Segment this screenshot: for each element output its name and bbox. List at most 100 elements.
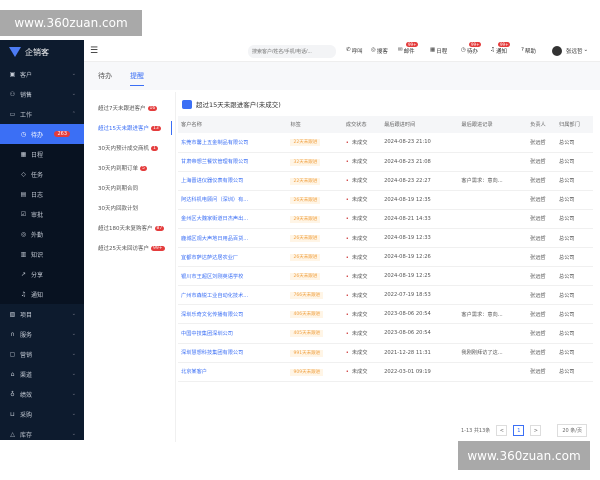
customer-icon: ▣ <box>9 70 16 78</box>
sidebar-item[interactable]: ⌂ 渠道 ⌄ <box>0 364 84 384</box>
reminder-item[interactable]: 超过180天未复购客户 87 <box>88 218 172 238</box>
warehouse-icon: △ <box>10 430 15 438</box>
column-header[interactable]: 最后跟进记录 <box>458 116 528 133</box>
header-mail-button[interactable]: ✉ 邮件 99+ <box>398 42 419 55</box>
table-row[interactable]: 宜都市萨达萨达居农业厂 26天未跟进 • 未成交 2024-08-19 12:26 张远哲… <box>178 247 593 268</box>
sidebar-item[interactable]: ▥ 知识 <box>0 244 84 264</box>
sidebar-item[interactable]: △ 库存 ⌄ <box>0 424 84 444</box>
avatar[interactable] <box>552 46 562 56</box>
status-text: 未成交 <box>351 311 368 318</box>
table-cell[interactable]: 中国中技集团深圳公司 <box>178 323 288 344</box>
sidebar-item[interactable]: ♫ 通知 <box>0 284 84 304</box>
sidebar-item[interactable]: ◷ 待办 263 <box>0 124 84 144</box>
reminder-item[interactable]: 30天内到期订单 5 <box>88 158 172 178</box>
tab-todo[interactable]: 待办 <box>98 71 112 81</box>
tab-reminder[interactable]: 提醒 <box>130 71 144 86</box>
table-row[interactable]: 中国中技集团深圳公司 405天未跟进 • 未成交 2023-08-06 20:54 张远哲… <box>178 323 593 344</box>
table-row[interactable]: 鹿城区观大声地日用品百货... 26天未跟进 • 未成交 2024-08-19 12:3… <box>178 228 593 249</box>
table-cell[interactable]: 金州区大魏家街道日杰声出... <box>178 209 288 229</box>
table-cell[interactable]: 甘肃帝想兰餐饮管理有限公司 <box>178 152 288 172</box>
table-row[interactable]: 阿达科机电顾问（深圳）有... 26天未跟进 • 未成交 2024-08-19 12:3… <box>178 190 593 210</box>
table-row[interactable]: 银川市王超区刘刚英语学校 26天未跟进 • 未成交 2024-08-19 12:25 张远… <box>178 266 593 287</box>
sidebar-item[interactable]: ⚇ 销售 ⌄ <box>0 84 84 104</box>
sidebar-item[interactable]: ◇ 任务 <box>0 164 84 184</box>
sidebar-item[interactable]: ▭ 工作 ⌃ <box>0 104 84 124</box>
table-cell[interactable]: 东莞市馨上五金制品有限公司 <box>178 133 288 153</box>
sidebar-item-label: 渠道 <box>20 371 33 379</box>
table-row[interactable]: 东莞市馨上五金制品有限公司 22天未跟进 • 未成交 2024-08-23 21:10 张… <box>178 133 593 153</box>
table-cell: 总公司 <box>556 323 593 344</box>
status-dot-icon: • <box>345 330 349 337</box>
sidebar-item[interactable]: ∩ 服务 ⌄ <box>0 324 84 344</box>
sidebar-item[interactable]: ▤ 日志 <box>0 184 84 204</box>
table-row[interactable]: 北京某客户 909天未跟进 • 未成交 2022-03-01 09:19 张远哲 总公司 <box>178 362 593 382</box>
sidebar-item[interactable]: ▦ 日程 <box>0 144 84 164</box>
reminder-item[interactable]: 超过15天未跟进客户 13 <box>88 118 172 138</box>
sidebar-item[interactable]: ▧ 项目 ⌄ <box>0 304 84 324</box>
menu-toggle-icon[interactable]: ☰ <box>90 46 98 56</box>
column-header[interactable]: 成交状态 <box>342 116 382 133</box>
table-row[interactable]: 广州市森锐工业自动化技术... 766天未跟进 • 未成交 2022-07-19 18:… <box>178 285 593 306</box>
table-cell: 总公司 <box>556 266 593 287</box>
page-size-select[interactable]: 20 条/页 <box>557 424 587 437</box>
chevron-icon: ⌄ <box>71 391 76 397</box>
column-header[interactable]: 负责人 <box>527 116 557 133</box>
status-dot-icon: • <box>345 369 349 376</box>
next-page-button[interactable]: > <box>530 425 542 436</box>
reminder-item[interactable]: 30天内预计成交商机 1 <box>88 138 172 158</box>
table-cell[interactable]: 阿达科机电顾问（深圳）有... <box>178 190 288 210</box>
count-badge: 263 <box>54 131 70 137</box>
table-cell[interactable]: 银川市王超区刘刚英语学校 <box>178 266 288 287</box>
table-row[interactable]: 上海晋进仪器仪表有限公司 22天未跟进 • 未成交 2024-08-23 22:27 客户… <box>178 171 593 191</box>
header-phone-button[interactable]: ✆ 呼叫 <box>346 47 363 55</box>
table-cell[interactable]: 上海晋进仪器仪表有限公司 <box>178 171 288 191</box>
count-badge: 99+ <box>406 42 419 47</box>
page-button[interactable]: 1 <box>513 425 525 436</box>
sidebar-item[interactable]: ☑ 审批 <box>0 204 84 224</box>
header-search-customer-button[interactable]: ◎ 搜客 <box>371 47 388 55</box>
sidebar-item[interactable]: ↗ 分享 <box>0 264 84 284</box>
table-cell[interactable]: 宜都市萨达萨达居农业厂 <box>178 247 288 268</box>
header-bell-button[interactable]: ♫ 通知 99+ <box>490 42 511 55</box>
table-cell[interactable]: 深圳慧想科技集团有限公司 <box>178 343 288 363</box>
table-row[interactable]: 深圳乐奇文化传播有限公司 406天未跟进 • 未成交 2023-08-06 20:54 客… <box>178 304 593 325</box>
table-cell: 405天未跟进 <box>287 323 343 344</box>
mail-icon: ✉ <box>398 47 403 53</box>
column-header[interactable]: 最后跟进时间 <box>381 116 459 133</box>
count-badge: 99+ <box>498 42 511 47</box>
table-row[interactable]: 深圳慧想科技集团有限公司 991天未跟进 • 未成交 2021-12-28 11:31 我… <box>178 343 593 363</box>
sidebar-item[interactable]: ⊔ 采购 ⌄ <box>0 404 84 424</box>
column-header[interactable]: 归属部门 <box>556 116 593 133</box>
column-header[interactable]: 客户名称 <box>178 116 288 133</box>
reminder-item[interactable]: 超过7天未跟进客户 16 <box>88 98 172 118</box>
reminder-item[interactable]: 30天内回款计划 <box>88 198 172 218</box>
sidebar: 企销客 ▣ 客户 ⌄ ⚇ 销售 ⌄ ▭ 工作 ⌃ ◷ 待办 263 ▦ 日程 ◇ 任务 ▤ 日志 ☑ 审批 ◎ 外勤 ▥ 知识… <box>0 40 84 440</box>
table-cell[interactable]: 深圳乐奇文化传播有限公司 <box>178 304 288 325</box>
table-cell: 张远哲 <box>527 285 557 306</box>
table-cell[interactable]: 广州市森锐工业自动化技术... <box>178 285 288 306</box>
sidebar-item[interactable]: ▣ 客户 ⌄ <box>0 64 84 84</box>
table-cell: • 未成交 <box>342 190 382 210</box>
column-header[interactable]: 标签 <box>287 116 343 133</box>
sidebar-item[interactable]: ♁ 绩效 ⌄ <box>0 384 84 404</box>
table-row[interactable]: 金州区大魏家街道日杰声出... 29天未跟进 • 未成交 2024-08-21 14:3… <box>178 209 593 229</box>
table-cell[interactable]: 鹿城区观大声地日用品百货... <box>178 228 288 249</box>
header-calendar-button[interactable]: ▦ 日程 <box>430 47 447 55</box>
reminder-item[interactable]: 超过25天未回访客户 99+ <box>88 238 172 258</box>
sidebar-item[interactable]: ▢ 营销 ⌄ <box>0 344 84 364</box>
user-menu[interactable]: 张远哲 ⌄ <box>566 47 588 55</box>
app-logo[interactable]: 企销客 <box>0 40 84 64</box>
table-cell: 2023-08-06 20:54 <box>381 304 459 325</box>
table-row[interactable]: 甘肃帝想兰餐饮管理有限公司 32天未跟进 • 未成交 2024-08-23 21:08 张… <box>178 152 593 172</box>
sidebar-item[interactable]: ◎ 外勤 <box>0 224 84 244</box>
reminder-item[interactable]: 30天内到期合同 <box>88 178 172 198</box>
search-input[interactable] <box>248 45 336 58</box>
status-text: 未成交 <box>351 369 368 376</box>
count-badge: 1 <box>151 145 158 151</box>
reminder-label: 超过180天未复购客户 <box>98 226 153 232</box>
table-cell[interactable]: 北京某客户 <box>178 362 288 382</box>
prev-page-button[interactable]: < <box>496 425 508 436</box>
header-clock-button[interactable]: ◷ 待办 99+ <box>461 42 482 55</box>
header-help-button[interactable]: ? 帮助 <box>521 47 536 55</box>
sidebar-item-label: 知识 <box>31 251 44 259</box>
